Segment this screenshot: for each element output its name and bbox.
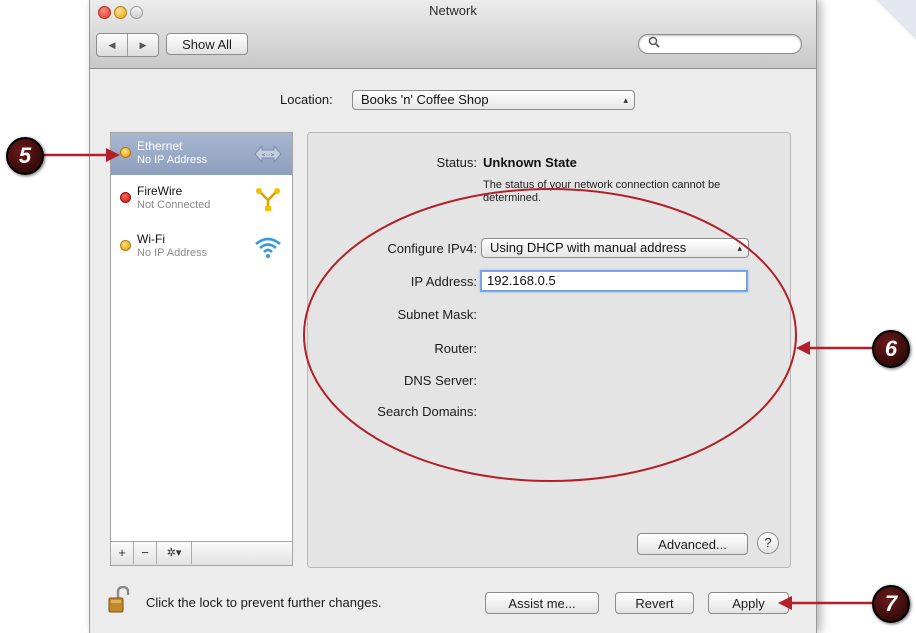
revert-button[interactable]: Revert <box>615 592 694 614</box>
service-name: Wi-Fi <box>137 232 165 246</box>
service-item-wifi[interactable]: Wi-Fi No IP Address <box>111 226 292 268</box>
subnet-mask-label: Subnet Mask: <box>397 307 478 322</box>
window-title: Network <box>429 3 477 18</box>
remove-service-button[interactable]: − <box>134 542 157 564</box>
search-field[interactable] <box>638 34 802 54</box>
status-dot-red-icon <box>120 192 131 203</box>
show-all-button[interactable]: Show All <box>166 33 248 55</box>
dns-server-label: DNS Server: <box>404 373 477 388</box>
service-list-toolbar: + − ✲▾ <box>110 542 293 566</box>
service-item-firewire[interactable]: FireWire Not Connected <box>111 178 292 220</box>
apply-button[interactable]: Apply <box>708 592 789 614</box>
callout-badge-7: 7 <box>872 585 910 623</box>
service-status: Not Connected <box>137 199 211 211</box>
service-status: No IP Address <box>137 154 208 166</box>
firewire-icon <box>256 188 280 211</box>
status-dot-yellow-icon <box>120 147 131 158</box>
router-label: Router: <box>434 341 477 356</box>
unlocked-padlock-icon[interactable] <box>108 586 130 614</box>
forward-button[interactable]: ▶ <box>128 34 158 56</box>
assist-me-button[interactable]: Assist me... <box>485 592 599 614</box>
search-icon <box>648 36 660 51</box>
location-popup[interactable]: Books 'n' Coffee Shop ▴ <box>352 90 635 110</box>
location-value: Books 'n' Coffee Shop <box>361 92 489 107</box>
ethernet-arrows-icon: <···> <box>254 144 282 164</box>
status-description: The status of your network connection ca… <box>483 179 721 204</box>
lock-message: Click the lock to prevent further change… <box>146 595 382 610</box>
action-menu-button[interactable]: ✲▾ <box>157 542 192 564</box>
back-forward-control: ◀ ▶ <box>96 33 159 57</box>
callout-badge-5: 5 <box>6 137 44 175</box>
advanced-button[interactable]: Advanced... <box>637 533 748 555</box>
service-item-ethernet[interactable]: Ethernet No IP Address <···> <box>111 133 292 175</box>
configure-ipv4-value: Using DHCP with manual address <box>490 240 687 255</box>
ip-address-label: IP Address: <box>410 274 477 289</box>
popup-arrows-icon: ▴ <box>623 95 628 105</box>
add-service-button[interactable]: + <box>111 542 134 564</box>
service-list: Ethernet No IP Address <···> FireWire No… <box>110 132 293 542</box>
wifi-icon <box>255 237 281 258</box>
callout-badge-6: 6 <box>872 330 910 368</box>
status-dot-yellow-icon <box>120 240 131 251</box>
back-button[interactable]: ◀ <box>97 34 128 56</box>
location-label: Location: <box>280 92 333 107</box>
popup-arrows-icon: ▴ <box>737 243 742 253</box>
svg-text:<···>: <···> <box>261 153 274 159</box>
help-button[interactable]: ? <box>757 532 779 554</box>
service-status: No IP Address <box>137 247 208 259</box>
search-domains-label: Search Domains: <box>377 404 477 419</box>
status-label: Status: <box>436 155 477 170</box>
configure-ipv4-label: Configure IPv4: <box>387 241 477 256</box>
titlebar: Network ◀ ▶ Show All <box>90 0 816 69</box>
service-name: FireWire <box>137 184 183 198</box>
service-name: Ethernet <box>137 139 183 153</box>
page-corner-decoration <box>876 0 916 40</box>
network-preferences-window: Network ◀ ▶ Show All Location: Books 'n'… <box>90 0 816 633</box>
configure-ipv4-popup[interactable]: Using DHCP with manual address ▴ <box>481 238 749 258</box>
status-value: Unknown State <box>483 155 577 170</box>
ip-address-field[interactable]: 192.168.0.5 <box>480 270 748 292</box>
